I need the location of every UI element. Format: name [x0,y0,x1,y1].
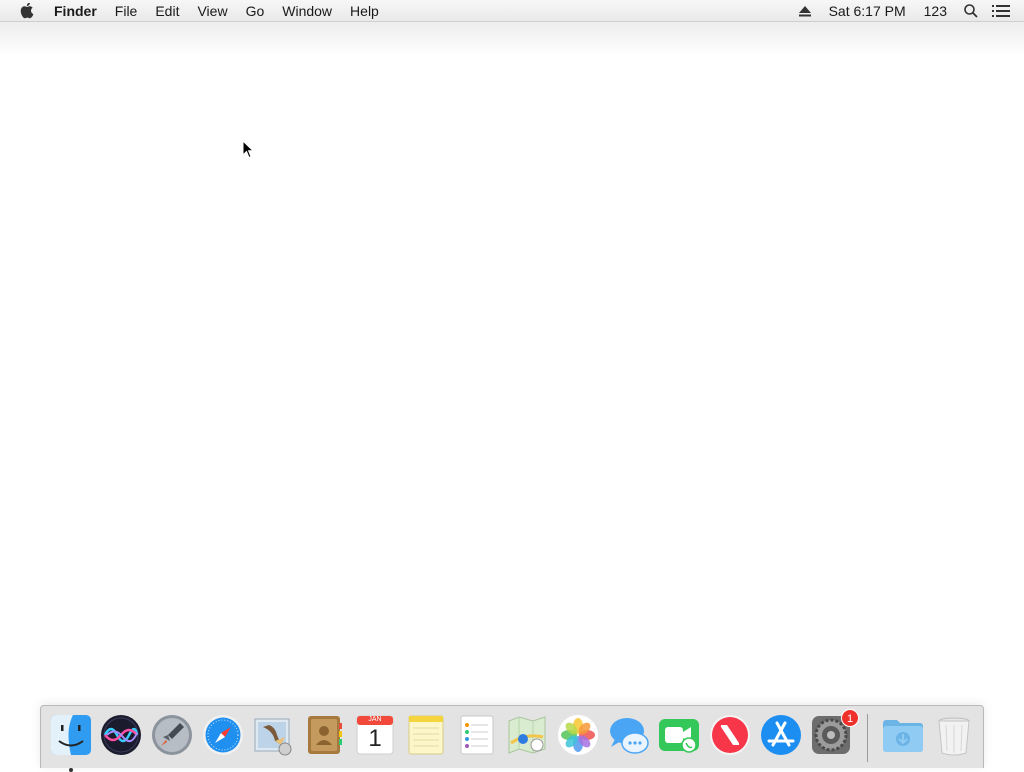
menu-edit[interactable]: Edit [146,0,188,22]
dock-item-safari[interactable] [201,713,245,757]
input-source-menu[interactable]: 123 [915,0,956,22]
apple-menu-icon[interactable] [20,0,36,22]
eject-icon[interactable] [790,0,820,22]
calendar-day: 1 [368,725,382,752]
messages-icon [610,718,649,754]
menu-app-name[interactable]: Finder [54,0,106,22]
downloads-folder-icon [883,720,923,752]
dock-item-system-preferences[interactable]: 1 [809,709,859,757]
dock-separator [867,714,868,762]
dock-item-maps[interactable] [505,713,549,757]
dock-item-contacts[interactable] [302,713,346,757]
notification-badge: 1 [841,709,859,727]
dock-item-calendar[interactable]: JAN 1 [353,713,397,757]
trash-icon [938,717,970,756]
menu-file[interactable]: File [106,0,147,22]
menu-view[interactable]: View [188,0,236,22]
dock-item-app-store[interactable] [759,713,803,757]
photos-icon [558,715,598,755]
launchpad-icon [152,715,192,755]
dock-item-reminders[interactable] [455,713,499,757]
calendar-month: JAN [368,716,382,723]
siri-icon [101,715,141,755]
menu-bar-shadow [0,22,1024,56]
mouse-pointer-icon [242,140,254,159]
dock-item-messages[interactable] [607,713,651,757]
dock-item-siri[interactable] [99,713,143,757]
dock-item-launchpad[interactable] [150,713,194,757]
reminders-icon [460,715,494,755]
menu-help[interactable]: Help [341,0,388,22]
facetime-icon [659,719,699,753]
maps-icon [508,716,546,754]
dock-item-downloads[interactable] [881,713,925,757]
news-icon [710,715,750,755]
finder-icon [51,715,91,755]
dock-item-mail[interactable] [251,713,295,757]
desktop[interactable] [0,56,1024,696]
notes-icon [408,715,444,755]
mail-icon [254,718,292,756]
contacts-icon [308,716,342,754]
menu-clock[interactable]: Sat 6:17 PM [820,0,915,22]
dock-item-photos[interactable] [556,713,600,757]
app-store-icon [761,715,801,755]
notification-center-icon[interactable] [986,0,1016,22]
dock-item-news[interactable] [708,713,752,757]
menu-go[interactable]: Go [237,0,274,22]
menu-window[interactable]: Window [273,0,341,22]
dock-item-notes[interactable] [404,713,448,757]
spotlight-search-icon[interactable] [956,0,986,22]
dock-item-finder[interactable] [49,713,93,772]
safari-icon [203,715,243,755]
dock-item-trash[interactable] [932,713,976,757]
dock-item-facetime[interactable] [657,713,701,757]
dock: JAN 1 1 [40,705,984,772]
running-indicator [69,768,73,772]
menu-bar: Finder File Edit View Go Window Help Sat… [0,0,1024,22]
